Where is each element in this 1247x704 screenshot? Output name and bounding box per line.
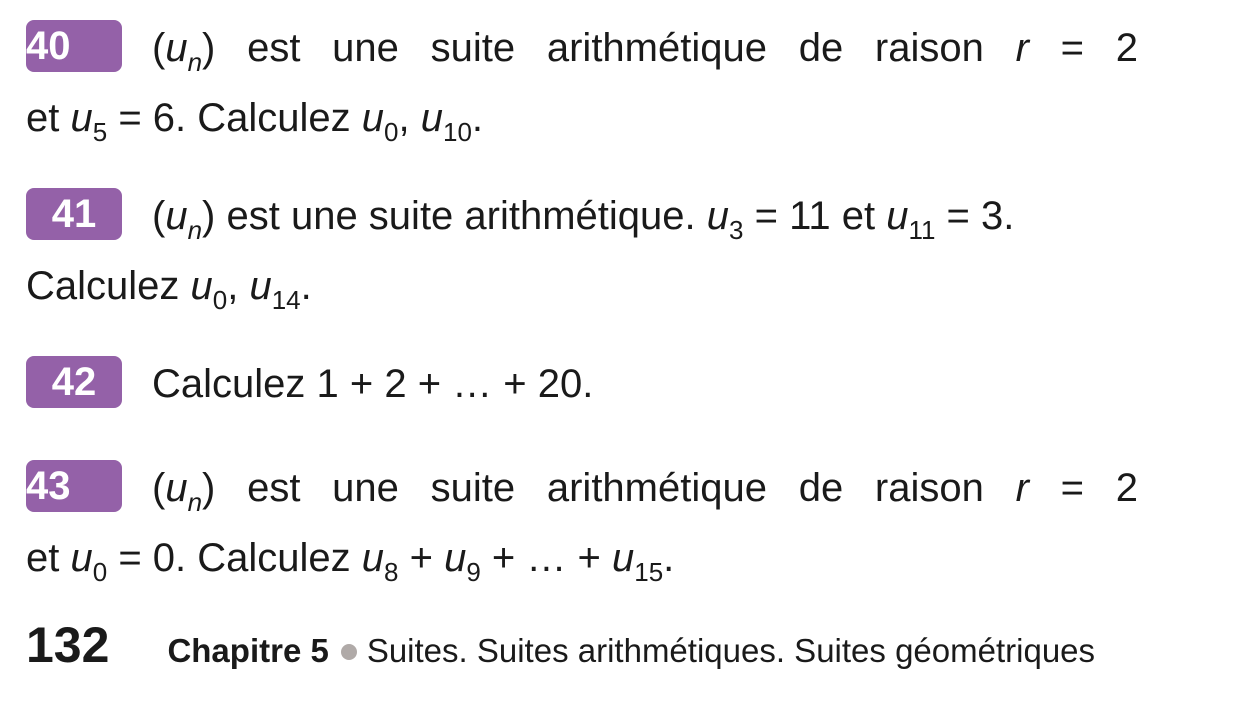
exercise-41: 41 (un) est une suite arithmétique. u3 = … [26,188,1138,316]
exercise-40-line-2: et u5 = 6. Calculez u0, u10. [26,96,484,148]
exercise-43-line-2: et u0 = 0. Calculez u8 + u9 + … + u15. [26,536,675,588]
exercise-number-badge: 40 [26,20,122,73]
exercise-40: 40 (un) est une suite arithmétique de rai… [26,20,1138,148]
exercise-number-badge: 41 [26,188,122,241]
exercise-41-line-2: Calculez u0, u14. [26,264,312,316]
exercise-number-badge: 42 [26,356,122,409]
exercise-43-line-1: 43 (un) est une suite arithmétique de rai… [26,460,1138,516]
chapter-subtitle: Suites. Suites arithmétiques. Suites géo… [366,632,1096,669]
exercise-43: 43 (un) est une suite arithmétique de rai… [26,460,1138,588]
bullet-dot-icon [340,644,357,660]
exercise-42: 42 Calculez 1 + 2 + … + 20. [26,356,1138,412]
exercise-number-badge: 43 [26,460,122,513]
page-footer: 132 Chapitre 5 Suites. Suites arithmétique… [26,616,1095,674]
exercise-42-line-1: 42 Calculez 1 + 2 + … + 20. [26,356,1138,412]
exercise-40-line-1: 40 (un) est une suite arithmétique de rai… [26,20,1138,76]
chapter-label: Chapitre 5 [167,632,329,669]
page-number: 132 [26,617,110,673]
exercise-41-line-1: 41 (un) est une suite arithmétique. u3 = … [26,188,1138,244]
